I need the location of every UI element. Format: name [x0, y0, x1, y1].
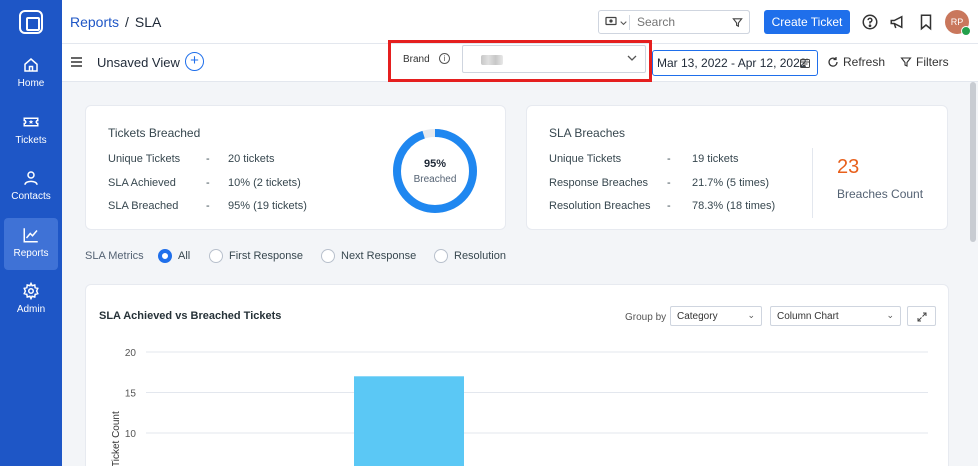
sidebar-item-label: Contacts: [11, 191, 51, 202]
radio-all[interactable]: [158, 249, 172, 263]
search-scope-dropdown[interactable]: [605, 16, 627, 29]
online-status-icon: [961, 26, 971, 36]
divider: [629, 15, 630, 30]
sidebar-item-admin[interactable]: Admin: [4, 274, 58, 326]
chart-bar[interactable]: [354, 376, 464, 466]
app-logo[interactable]: [19, 10, 43, 34]
row-label: Response Breaches: [549, 177, 649, 189]
filters-button[interactable]: Filters: [900, 55, 949, 69]
row-dash: -: [206, 177, 210, 189]
bookmark-icon[interactable]: [917, 13, 935, 31]
donut-arc: [393, 129, 477, 213]
tickets-breached-card: Tickets Breached Unique Tickets - 20 tic…: [85, 105, 506, 230]
funnel-icon: [900, 57, 912, 67]
row-value: 10% (2 tickets): [228, 177, 301, 189]
reports-icon: [23, 228, 38, 243]
view-name: Unsaved View: [97, 55, 180, 70]
date-range-picker[interactable]: Mar 13, 2022 - Apr 12, 2022: [652, 50, 818, 76]
sidebar-item-label: Home: [17, 78, 45, 89]
card-title: Tickets Breached: [108, 126, 201, 140]
row-dash: -: [667, 177, 671, 189]
sidebar: Home Tickets Contacts Reports Admin: [0, 0, 62, 466]
sla-chart-card: SLA Achieved vs Breached Tickets Group b…: [85, 284, 949, 466]
ticket-icon: [23, 117, 39, 127]
brand-filter-highlight: Brand i: [388, 40, 652, 82]
radio-label[interactable]: Next Response: [341, 250, 416, 262]
search-filter-button[interactable]: [726, 10, 750, 34]
radio-label[interactable]: First Response: [229, 250, 303, 262]
donut-percent: 95%: [424, 158, 446, 170]
report-toolbar: Unsaved View + Brand i Mar 13, 2022 - Ap…: [62, 40, 978, 82]
breadcrumb-separator: /: [125, 14, 129, 30]
chevron-down-icon: [620, 21, 627, 26]
row-dash: -: [206, 153, 210, 165]
row-dash: -: [206, 200, 210, 212]
sidebar-item-tickets[interactable]: Tickets: [4, 105, 58, 157]
row-label: SLA Breached: [108, 200, 179, 212]
row-label: Unique Tickets: [108, 153, 181, 165]
row-label: Resolution Breaches: [549, 200, 651, 212]
row-label: SLA Achieved: [108, 177, 176, 189]
redacted-brand-value: [481, 55, 503, 65]
search-input[interactable]: [637, 15, 717, 29]
sidebar-item-reports[interactable]: Reports: [4, 218, 58, 270]
row-value: 78.3% (18 times): [692, 200, 776, 212]
page-title: SLA: [134, 14, 162, 30]
breadcrumb: Reports / SLA: [70, 14, 161, 30]
add-view-button[interactable]: +: [185, 52, 204, 71]
divider: [812, 148, 813, 218]
ticket-icon: [605, 16, 617, 26]
help-icon[interactable]: [861, 13, 879, 31]
sla-breaches-card: SLA Breaches Unique Tickets - 19 tickets…: [526, 105, 948, 230]
refresh-button[interactable]: Refresh: [827, 55, 885, 69]
brand-select[interactable]: [462, 45, 646, 73]
row-value: 95% (19 tickets): [228, 200, 307, 212]
refresh-icon: [828, 57, 838, 67]
radio-resolution[interactable]: [434, 249, 448, 263]
radio-label[interactable]: Resolution: [454, 250, 506, 262]
y-tick-label: 15: [125, 389, 137, 400]
funnel-icon: [732, 18, 743, 28]
home-icon: [24, 58, 38, 72]
y-axis-label: Ticket Count: [111, 411, 122, 466]
info-icon[interactable]: i: [439, 53, 450, 64]
y-tick-label: 10: [125, 429, 137, 440]
y-tick-label: 20: [125, 348, 137, 359]
filters-label: Filters: [916, 55, 949, 69]
sidebar-item-label: Reports: [13, 248, 49, 259]
row-dash: -: [667, 153, 671, 165]
brand-label: Brand: [403, 54, 430, 65]
row-value: 21.7% (5 times): [692, 177, 770, 189]
column-chart: 20 15 10Ticket Count: [111, 348, 928, 466]
row-value: 20 tickets: [228, 153, 275, 165]
sidebar-item-home[interactable]: Home: [4, 48, 58, 100]
top-bar: Reports/SLA Create Ticket RP: [62, 0, 978, 44]
menu-icon[interactable]: [71, 57, 82, 67]
breached-donut: 95% Breached: [393, 129, 477, 213]
card-title: SLA Breaches: [549, 126, 626, 140]
radio-label[interactable]: All: [178, 250, 190, 262]
row-label: Unique Tickets: [549, 153, 622, 165]
radio-first-response[interactable]: [209, 249, 223, 263]
date-range-value: Mar 13, 2022 - Apr 12, 2022: [657, 56, 807, 70]
gear-icon: [23, 282, 39, 300]
announcement-icon[interactable]: [889, 13, 907, 31]
donut-label: Breached: [414, 174, 457, 185]
calendar-icon: [800, 58, 810, 68]
sidebar-item-label: Admin: [16, 304, 46, 315]
breadcrumb-reports-link[interactable]: Reports: [70, 14, 119, 30]
chevron-down-icon: [627, 55, 637, 61]
refresh-label: Refresh: [843, 55, 886, 69]
sla-metrics-label: SLA Metrics: [85, 250, 144, 262]
contacts-icon: [24, 171, 38, 185]
sidebar-item-contacts[interactable]: Contacts: [4, 161, 58, 213]
breaches-count: 23: [837, 156, 860, 178]
radio-next-response[interactable]: [321, 249, 335, 263]
row-value: 19 tickets: [692, 153, 739, 165]
create-ticket-button[interactable]: Create Ticket: [764, 10, 850, 34]
breaches-count-label: Breaches Count: [837, 187, 924, 201]
row-dash: -: [667, 200, 671, 212]
page-scrollbar[interactable]: [970, 82, 976, 242]
sidebar-item-label: Tickets: [15, 135, 47, 146]
